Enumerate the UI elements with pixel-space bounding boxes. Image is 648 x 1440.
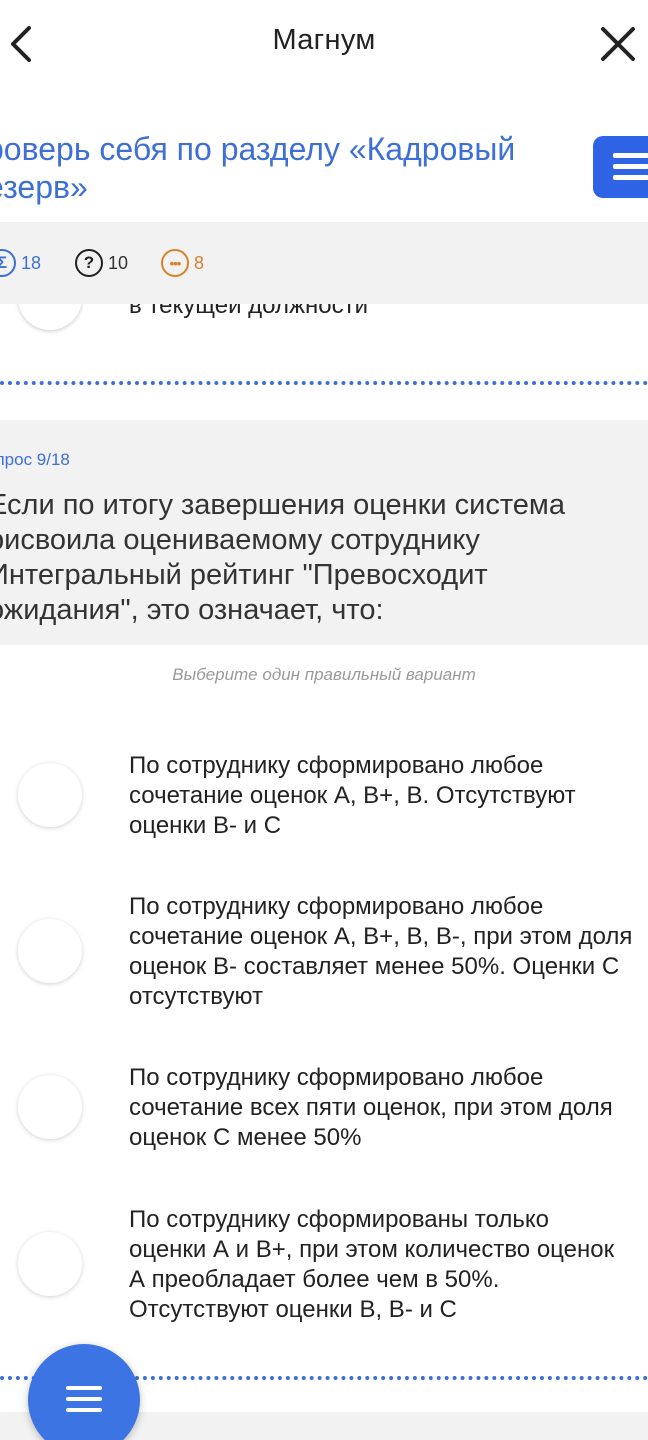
more-dots-icon: ••• (161, 249, 189, 277)
previous-answer-radio[interactable] (18, 304, 82, 330)
answer-label-line: Отсутствуют оценки В, В- и С (129, 1296, 457, 1323)
answer-option-1[interactable]: По сотруднику сформировано любое сочетан… (0, 751, 648, 841)
answer-label-line: оценок С менее 50% (129, 1124, 362, 1151)
answer-label-line: оценки В- и С (129, 812, 282, 839)
test-menu-button[interactable] (593, 136, 648, 198)
close-button[interactable] (596, 22, 640, 66)
question-text-line: рисвоила оцениваемому сотруднику (0, 524, 480, 556)
question-text-line: Если по итогу завершения оценки система (0, 489, 565, 521)
stat-total-value: 18 (21, 252, 42, 273)
answer-label-line: сочетание оценок А, В+, В. Отсутствуют (129, 782, 576, 809)
stat-questions: ? 10 (75, 249, 128, 277)
question-block: опрос 9/18 Если по итогу завершения оцен… (0, 420, 648, 645)
answer-label-line: По сотруднику сформированы только (129, 1206, 549, 1233)
stat-total: Σ 18 (0, 249, 41, 277)
answer-label: По сотруднику сформировано любое сочетан… (129, 1063, 648, 1153)
test-title: роверь себя по разделу «Кадровый езерв» (0, 130, 546, 206)
answer-radio[interactable] (18, 919, 82, 983)
stat-pending-value: 8 (194, 252, 205, 273)
question-text: Если по итогу завершения оценки система … (0, 488, 628, 628)
previous-answer-text: в текущей должности (129, 304, 369, 319)
answer-label-line: сочетание оценок А, В+, В, В-, при этом … (129, 923, 633, 950)
stats-bar: Σ 18 ? 10 ••• 8 (0, 222, 648, 304)
answer-option-3[interactable]: По сотруднику сформировано любое сочетан… (0, 1063, 648, 1153)
app-bar: Магнум (0, 0, 648, 88)
answer-label-line: отсутствуют (129, 983, 263, 1010)
app-title: Магнум (272, 24, 376, 56)
test-header: роверь себя по разделу «Кадровый езерв» (0, 88, 648, 222)
close-icon (601, 27, 635, 61)
answer-label-line: По сотруднику сформировано любое (129, 893, 544, 920)
answer-radio[interactable] (18, 763, 82, 827)
answer-label-line: сочетание всех пяти оценок, при этом дол… (129, 1094, 613, 1121)
answer-hint: Выберите один правильный вариант (172, 665, 476, 684)
question-mark-icon: ? (75, 249, 103, 277)
question-text-line: Интегральный рейтинг "Превосходит (0, 559, 488, 591)
answer-option-2[interactable]: По сотруднику сформировано любое сочетан… (0, 892, 648, 1012)
answer-label-line: А преобладает более чем в 50%. (129, 1266, 500, 1293)
answer-label: По сотруднику сформировано любое сочетан… (129, 892, 648, 1012)
answer-label-line: оценок В- составляет менее 50%. Оценки С (129, 953, 620, 980)
hamburger-icon (613, 153, 648, 186)
answer-label: По сотруднику сформировано любое сочетан… (129, 751, 648, 841)
hamburger-icon (66, 1386, 102, 1419)
answer-label-line: оценки А и В+, при этом количество оцено… (129, 1236, 615, 1263)
answer-radio[interactable] (18, 1232, 82, 1296)
floating-menu-button[interactable] (28, 1344, 140, 1440)
answer-option-4[interactable]: По сотруднику сформированы только оценки… (0, 1205, 648, 1325)
answer-label: По сотруднику сформированы только оценки… (129, 1205, 648, 1325)
question-counter: опрос 9/18 (0, 450, 70, 469)
question-text-line: ожидания", это означает, что: (0, 594, 384, 626)
answer-label-line: По сотруднику сформировано любое (129, 752, 544, 779)
answer-radio[interactable] (18, 1075, 82, 1139)
previous-answer-remnant: в текущей должности (0, 304, 648, 368)
sigma-icon: Σ (0, 249, 16, 277)
dotted-divider (0, 381, 648, 385)
answer-label-line: По сотруднику сформировано любое (129, 1064, 544, 1091)
stat-pending: ••• 8 (161, 249, 204, 277)
test-title-line: роверь себя по разделу «Кадровый (0, 131, 516, 167)
stat-questions-value: 10 (108, 252, 129, 273)
test-title-line: езерв» (0, 169, 88, 205)
